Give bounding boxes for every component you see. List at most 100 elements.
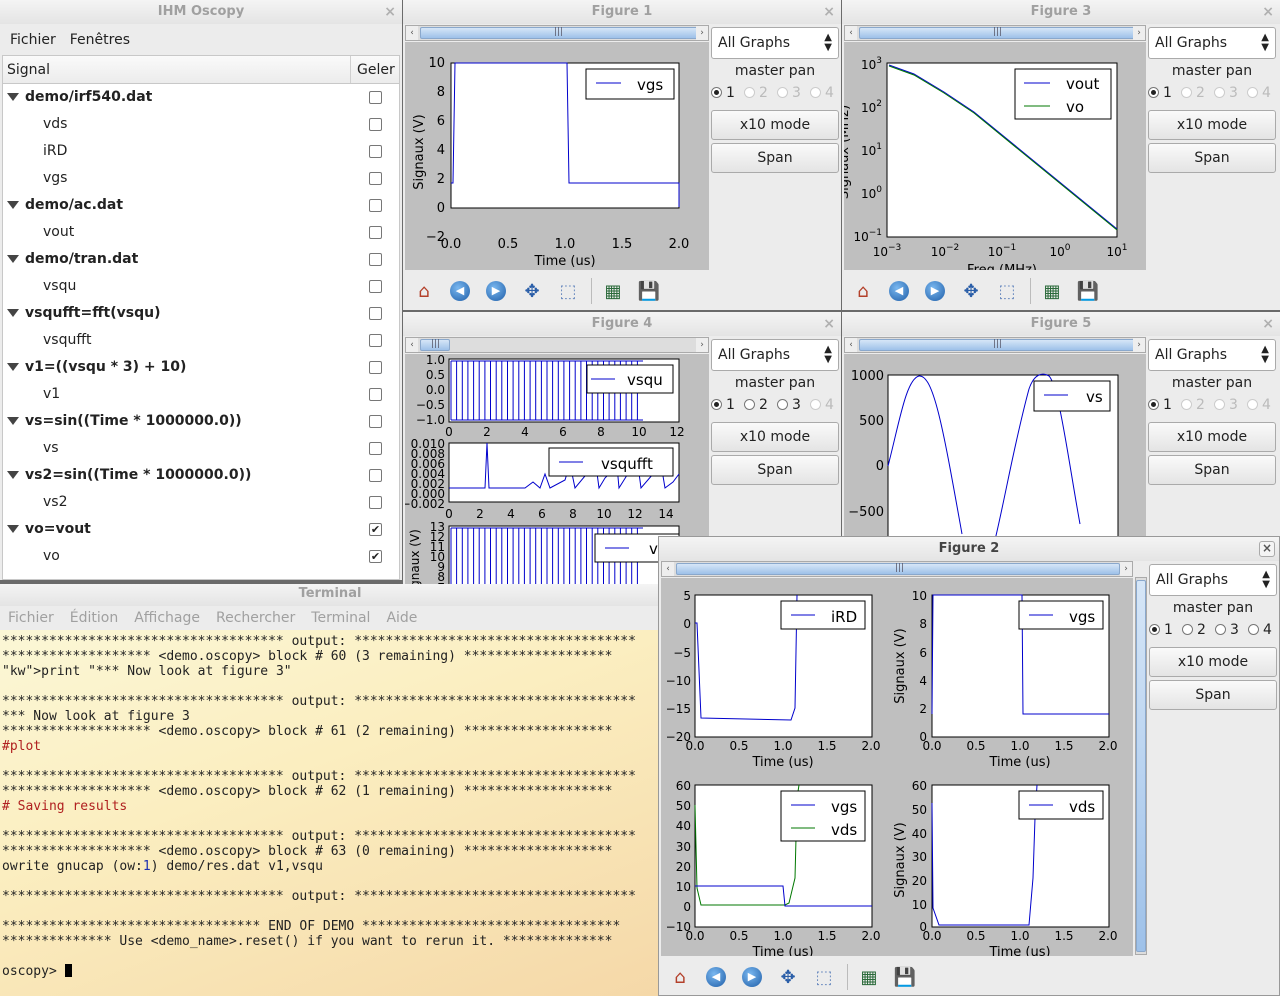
freeze-checkbox[interactable] bbox=[369, 361, 382, 374]
ihm-titlebar[interactable]: IHM Oscopy × bbox=[0, 0, 402, 24]
zoom-icon[interactable]: ⬚ bbox=[811, 964, 837, 990]
subplots-icon[interactable]: ▦ bbox=[856, 964, 882, 990]
figure-2-titlebar[interactable]: Figure 2 × bbox=[659, 537, 1279, 561]
expander-triangle-icon[interactable] bbox=[7, 309, 19, 317]
pan-icon[interactable]: ✥ bbox=[519, 278, 545, 304]
terminal-menu-item[interactable]: Terminal bbox=[311, 610, 370, 626]
expander-triangle-icon[interactable] bbox=[7, 525, 19, 533]
menu-fichier[interactable]: Fichier bbox=[10, 32, 56, 48]
pan-radio-1[interactable]: 1 bbox=[1149, 622, 1182, 638]
scroll-right-icon[interactable]: › bbox=[1133, 338, 1145, 352]
pan-radio-4[interactable]: 4 bbox=[1247, 397, 1280, 413]
tree-signal-row[interactable]: vgs bbox=[3, 165, 399, 192]
freeze-checkbox[interactable] bbox=[369, 415, 382, 428]
figure-2-canvas[interactable]: iRD 5 0 −5 −10 −15 −20 0.0 0.5 1.0 1.5 2.0 Time (… bbox=[661, 578, 1133, 960]
tree-signal-row[interactable]: vsqu bbox=[3, 273, 399, 300]
expander-triangle-icon[interactable] bbox=[7, 417, 19, 425]
figure-5-canvas[interactable]: vs 1000 500 0 −500 bbox=[844, 354, 1146, 552]
scroll-thumb[interactable]: ||| bbox=[420, 27, 698, 39]
tree-signal-row[interactable]: vout bbox=[3, 219, 399, 246]
freeze-checkbox[interactable] bbox=[369, 118, 382, 131]
scroll-left-icon[interactable]: ‹ bbox=[845, 338, 857, 352]
scroll-left-icon[interactable]: ‹ bbox=[662, 562, 674, 576]
tree-file-row[interactable]: vo=vout ✔ bbox=[3, 516, 399, 543]
freeze-checkbox[interactable] bbox=[369, 91, 382, 104]
forward-icon[interactable]: ▶ bbox=[483, 278, 509, 304]
zoom-icon[interactable]: ⬚ bbox=[555, 278, 581, 304]
figure-1-titlebar[interactable]: Figure 1 × bbox=[403, 0, 841, 24]
h-scrollbar[interactable]: ‹ ||| › bbox=[844, 25, 1146, 41]
pan-radio-3[interactable]: 3 bbox=[1214, 397, 1247, 413]
pan-radio-3[interactable]: 3 bbox=[1214, 85, 1247, 101]
close-icon[interactable]: × bbox=[823, 0, 835, 24]
tree-file-row[interactable]: demo/irf540.dat bbox=[3, 84, 399, 111]
terminal-menu-item[interactable]: Fichier bbox=[8, 610, 54, 626]
pan-radio-4[interactable]: 4 bbox=[810, 397, 841, 413]
scroll-left-icon[interactable]: ‹ bbox=[406, 338, 418, 352]
freeze-checkbox[interactable] bbox=[369, 334, 382, 347]
figure-5-titlebar[interactable]: Figure 5 × bbox=[842, 312, 1280, 336]
h-scrollbar[interactable]: ‹ ||| › bbox=[405, 25, 709, 41]
tree-file-row[interactable]: vsqufft=fft(vsqu) bbox=[3, 300, 399, 327]
span-button[interactable]: Span bbox=[1148, 455, 1276, 485]
h-scrollbar[interactable]: ‹ ||| › bbox=[844, 337, 1146, 353]
subplots-icon[interactable]: ▦ bbox=[600, 278, 626, 304]
x10-mode-button[interactable]: x10 mode bbox=[1148, 422, 1276, 452]
freeze-checkbox[interactable] bbox=[369, 172, 382, 185]
pan-radio-3[interactable]: 3 bbox=[777, 85, 810, 101]
pan-radio-1[interactable]: 1 bbox=[711, 397, 744, 413]
figure-4-titlebar[interactable]: Figure 4 × bbox=[403, 312, 841, 336]
expander-triangle-icon[interactable] bbox=[7, 363, 19, 371]
pan-radio-2[interactable]: 2 bbox=[1181, 397, 1214, 413]
close-icon[interactable]: × bbox=[823, 312, 835, 336]
scroll-thumb[interactable]: ||| bbox=[420, 339, 450, 351]
freeze-checkbox[interactable] bbox=[369, 307, 382, 320]
scroll-right-icon[interactable]: › bbox=[696, 338, 708, 352]
tree-signal-row[interactable]: vds bbox=[3, 111, 399, 138]
x10-mode-button[interactable]: x10 mode bbox=[1148, 110, 1276, 140]
back-icon[interactable]: ◀ bbox=[886, 278, 912, 304]
span-button[interactable]: Span bbox=[711, 143, 839, 173]
freeze-checkbox[interactable] bbox=[369, 226, 382, 239]
tree-signal-row[interactable]: vs bbox=[3, 435, 399, 462]
forward-icon[interactable]: ▶ bbox=[739, 964, 765, 990]
tree-file-row[interactable]: demo/ac.dat bbox=[3, 192, 399, 219]
span-button[interactable]: Span bbox=[711, 455, 839, 485]
freeze-checkbox[interactable] bbox=[369, 442, 382, 455]
freeze-checkbox[interactable]: ✔ bbox=[369, 550, 382, 563]
span-button[interactable]: Span bbox=[1148, 143, 1276, 173]
freeze-checkbox[interactable] bbox=[369, 253, 382, 266]
pan-radio-2[interactable]: 2 bbox=[744, 85, 777, 101]
scroll-left-icon[interactable]: ‹ bbox=[845, 26, 857, 40]
pan-radio-1[interactable]: 1 bbox=[1148, 85, 1181, 101]
tree-signal-row[interactable]: vsqufft bbox=[3, 327, 399, 354]
freeze-checkbox[interactable] bbox=[369, 388, 382, 401]
tree-signal-row[interactable]: iRD bbox=[3, 138, 399, 165]
save-icon[interactable]: 💾 bbox=[636, 278, 662, 304]
freeze-checkbox[interactable] bbox=[369, 469, 382, 482]
freeze-checkbox[interactable]: ✔ bbox=[369, 523, 382, 536]
tree-signal-row[interactable]: v1 bbox=[3, 381, 399, 408]
tree-file-row[interactable]: vs2=sin((Time * 1000000.0)) bbox=[3, 462, 399, 489]
pan-radio-2[interactable]: 2 bbox=[1181, 85, 1214, 101]
figure-1-canvas[interactable]: vgs 10 8 6 4 2 0 −2 0.0 0.5 1.0 1.5 2.0 Time (us) … bbox=[405, 42, 709, 270]
freeze-checkbox[interactable] bbox=[369, 145, 382, 158]
tree-file-row[interactable]: demo/tran.dat bbox=[3, 246, 399, 273]
pan-radio-4[interactable]: 4 bbox=[1248, 622, 1279, 638]
close-icon[interactable]: × bbox=[1259, 541, 1275, 557]
terminal-titlebar[interactable]: Terminal bbox=[0, 584, 660, 606]
expander-triangle-icon[interactable] bbox=[7, 471, 19, 479]
home-icon[interactable]: ⌂ bbox=[667, 964, 693, 990]
span-button[interactable]: Span bbox=[1149, 680, 1277, 710]
save-icon[interactable]: 💾 bbox=[892, 964, 918, 990]
back-icon[interactable]: ◀ bbox=[447, 278, 473, 304]
terminal-menu-item[interactable]: Affichage bbox=[134, 610, 200, 626]
x10-mode-button[interactable]: x10 mode bbox=[711, 422, 839, 452]
v-scrollbar[interactable] bbox=[1135, 577, 1147, 955]
pan-icon[interactable]: ✥ bbox=[775, 964, 801, 990]
figure-3-titlebar[interactable]: Figure 3 × bbox=[842, 0, 1280, 24]
scroll-thumb[interactable]: ||| bbox=[676, 563, 1120, 575]
home-icon[interactable]: ⌂ bbox=[850, 278, 876, 304]
col-freeze[interactable]: Geler bbox=[351, 62, 395, 78]
freeze-checkbox[interactable] bbox=[369, 280, 382, 293]
